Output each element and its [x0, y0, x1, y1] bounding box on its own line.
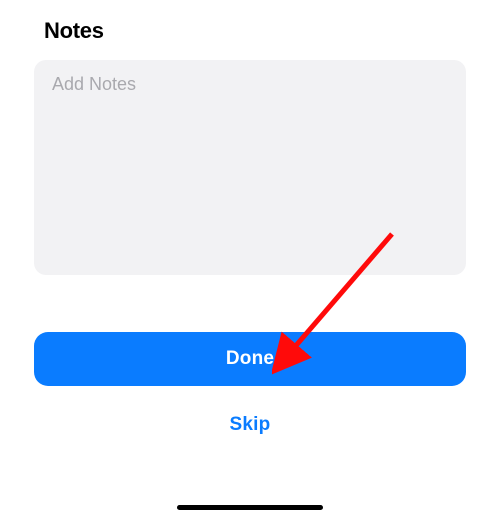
home-indicator[interactable] — [177, 505, 323, 510]
skip-button[interactable]: Skip — [34, 408, 466, 442]
notes-input[interactable] — [34, 60, 466, 275]
page-title: Notes — [44, 18, 466, 44]
done-button[interactable]: Done — [34, 332, 466, 386]
